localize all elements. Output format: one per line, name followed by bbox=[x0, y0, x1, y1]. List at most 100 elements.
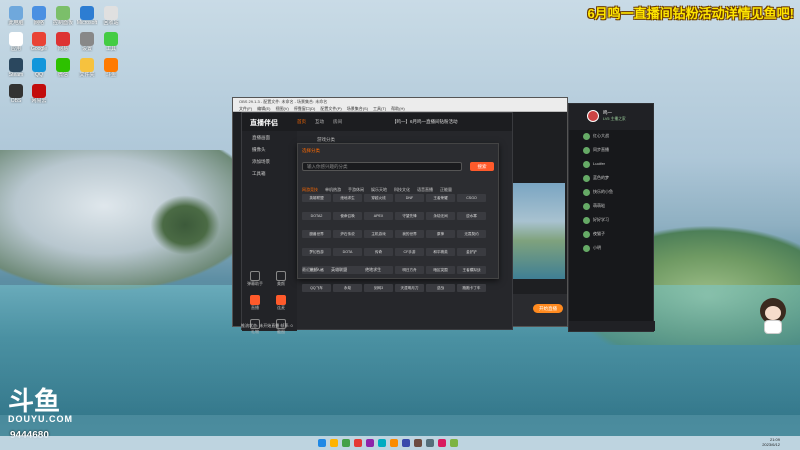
category-cell[interactable]: 穿越火线 bbox=[364, 194, 393, 202]
chat-row[interactable]: 蓝色的梦 bbox=[569, 172, 653, 186]
sidebar-item[interactable]: 工具箱 bbox=[242, 167, 297, 179]
chat-row[interactable]: 萌萌哒 bbox=[569, 200, 653, 214]
streamer-avatar[interactable] bbox=[587, 110, 599, 122]
chat-row[interactable]: 夜猫子 bbox=[569, 228, 653, 242]
category-cell[interactable]: CSGO bbox=[457, 194, 486, 202]
desktop-icon[interactable]: 网易云 bbox=[28, 84, 50, 104]
chat-user-avatar bbox=[583, 189, 590, 196]
chat-row[interactable]: 快乐的小鱼 bbox=[569, 186, 653, 200]
taskbar-app-icon[interactable] bbox=[354, 439, 362, 447]
chat-row[interactable]: 同步直播 bbox=[569, 144, 653, 158]
category-cell[interactable]: 永劫无间 bbox=[426, 212, 455, 220]
category-cell[interactable]: 英雄联盟 bbox=[302, 194, 331, 202]
chat-row[interactable]: 小明 bbox=[569, 242, 653, 256]
sidebar-tile[interactable]: 美颜 bbox=[268, 271, 294, 287]
sidebar-item[interactable]: 添加场景 bbox=[242, 155, 297, 167]
taskbar-app-icon[interactable] bbox=[366, 439, 374, 447]
category-cell[interactable]: 传奇 bbox=[364, 248, 393, 256]
desktop-icon[interactable]: 文件夹 bbox=[76, 58, 98, 78]
recent-category-chip[interactable]: 绝地求生 bbox=[359, 266, 388, 274]
obs-menu-item[interactable]: 帮助(H) bbox=[391, 106, 405, 111]
category-cell[interactable]: 绝地求生 bbox=[333, 194, 362, 202]
category-cell[interactable]: 我的世界 bbox=[395, 230, 424, 238]
sidebar-tile[interactable]: 直播 bbox=[242, 295, 268, 311]
desktop-icon[interactable]: Microsoft bbox=[76, 6, 98, 26]
category-cell[interactable]: 逆水寒 bbox=[457, 212, 486, 220]
category-cell[interactable]: DOTA2 bbox=[302, 212, 331, 220]
sidebar-tile[interactable]: 弹幕助手 bbox=[242, 271, 268, 287]
category-cell[interactable]: 王者荣耀 bbox=[426, 194, 455, 202]
recent-category-chip[interactable]: 英雄联盟 bbox=[325, 266, 354, 274]
taskbar-app-icon[interactable] bbox=[318, 439, 326, 447]
taskbar-clock[interactable]: 21:09 2023/6/12 bbox=[762, 437, 780, 447]
chat-row[interactable]: 好好学习 bbox=[569, 214, 653, 228]
category-cell[interactable]: 金铲铲 bbox=[457, 248, 486, 256]
desktop-icon[interactable]: 此电脑 bbox=[5, 6, 27, 26]
chat-row[interactable]: Lucifer bbox=[569, 158, 653, 172]
category-cell[interactable]: APEX bbox=[364, 212, 393, 220]
taskbar-app-icon[interactable] bbox=[414, 439, 422, 447]
category-cell[interactable]: 梦幻西游 bbox=[302, 248, 331, 256]
taskbar-app-icon[interactable] bbox=[330, 439, 338, 447]
category-cell[interactable]: DOTA bbox=[333, 248, 362, 256]
desktop-icon[interactable]: Steam bbox=[5, 58, 27, 78]
desktop-icon[interactable]: 网络 bbox=[28, 6, 50, 26]
desktop-icon[interactable]: QQ bbox=[28, 58, 50, 78]
category-cell[interactable]: DNF bbox=[395, 194, 424, 202]
chat-row[interactable]: 红心大战 bbox=[569, 130, 653, 144]
category-cell[interactable]: 天涯明月刀 bbox=[395, 284, 424, 292]
desktop-icon[interactable]: 微信 bbox=[52, 58, 74, 78]
category-cell[interactable]: 跑跑卡丁车 bbox=[457, 284, 486, 292]
desktop-icon[interactable]: OBS bbox=[5, 84, 27, 104]
category-search-button[interactable]: 搜索 bbox=[470, 162, 494, 171]
desktop-icon[interactable]: 工具 bbox=[100, 32, 122, 52]
desktop-icon[interactable]: 设置 bbox=[76, 32, 98, 52]
taskbar-app-icon[interactable] bbox=[450, 439, 458, 447]
sidebar-tile[interactable]: 连麦 bbox=[268, 295, 294, 311]
obs-menu-item[interactable]: 停靠窗口(D) bbox=[294, 106, 316, 111]
desktop-icon[interactable]: Google bbox=[28, 32, 50, 52]
category-cell[interactable]: 炉石传说 bbox=[333, 230, 362, 238]
category-cell[interactable]: QQ飞车 bbox=[302, 284, 331, 292]
desktop-icon[interactable]: 网易 bbox=[52, 32, 74, 52]
category-cell[interactable]: 明日方舟 bbox=[395, 266, 424, 274]
obs-menu-item[interactable]: 工具(T) bbox=[373, 106, 386, 111]
assistant-tab[interactable]: 房间 bbox=[333, 119, 342, 125]
category-cell[interactable]: 原神 bbox=[426, 230, 455, 238]
start-live-button[interactable]: 开始直播 bbox=[533, 304, 563, 313]
taskbar-app-icon[interactable] bbox=[342, 439, 350, 447]
taskbar-app-icon[interactable] bbox=[438, 439, 446, 447]
desktop-icon[interactable]: 回收站 bbox=[100, 6, 122, 26]
room-title[interactable]: 【鸣一】6月鸣一直播间钻粉活动 bbox=[392, 119, 458, 125]
category-cell[interactable]: 主机游戏 bbox=[364, 230, 393, 238]
obs-menu-item[interactable]: 编辑(E) bbox=[257, 106, 270, 111]
obs-menu-item[interactable]: 配置文件(P) bbox=[320, 106, 341, 111]
desktop-icon[interactable]: 控制面板 bbox=[52, 6, 74, 26]
category-cell[interactable]: 守望先锋 bbox=[395, 212, 424, 220]
taskbar-app-icon[interactable] bbox=[390, 439, 398, 447]
category-cell[interactable]: 使命召唤 bbox=[333, 212, 362, 220]
tile-label: 截图 bbox=[277, 329, 285, 334]
category-cell[interactable]: 永劫 bbox=[333, 284, 362, 292]
sidebar-item[interactable]: 摄像头 bbox=[242, 143, 297, 155]
category-cell[interactable]: 魔兽世界 bbox=[302, 230, 331, 238]
category-cell[interactable]: CF手游 bbox=[395, 248, 424, 256]
category-cell[interactable]: 王者模拟战 bbox=[457, 266, 486, 274]
obs-menu-item[interactable]: 场景集合(S) bbox=[347, 106, 368, 111]
desktop-icon[interactable]: 应用 bbox=[5, 32, 27, 52]
sidebar-item[interactable]: 直播画面 bbox=[242, 131, 297, 143]
obs-menu-item[interactable]: 视图(V) bbox=[275, 106, 288, 111]
category-cell[interactable]: 暗区突围 bbox=[426, 266, 455, 274]
category-search-input[interactable]: 输入你感兴趣的分类 bbox=[302, 162, 462, 171]
assistant-tab[interactable]: 首页 bbox=[297, 119, 306, 125]
taskbar-app-icon[interactable] bbox=[378, 439, 386, 447]
desktop-icon[interactable]: 斗鱼 bbox=[100, 58, 122, 78]
taskbar-app-icon[interactable] bbox=[426, 439, 434, 447]
category-cell[interactable]: 和平精英 bbox=[426, 248, 455, 256]
obs-menu-item[interactable]: 文件(F) bbox=[239, 106, 252, 111]
category-cell[interactable]: 无畏契约 bbox=[457, 230, 486, 238]
assistant-tab[interactable]: 互动 bbox=[315, 119, 324, 125]
taskbar-app-icon[interactable] bbox=[402, 439, 410, 447]
category-cell[interactable]: 逆战 bbox=[426, 284, 455, 292]
category-cell[interactable]: 剑网3 bbox=[364, 284, 393, 292]
